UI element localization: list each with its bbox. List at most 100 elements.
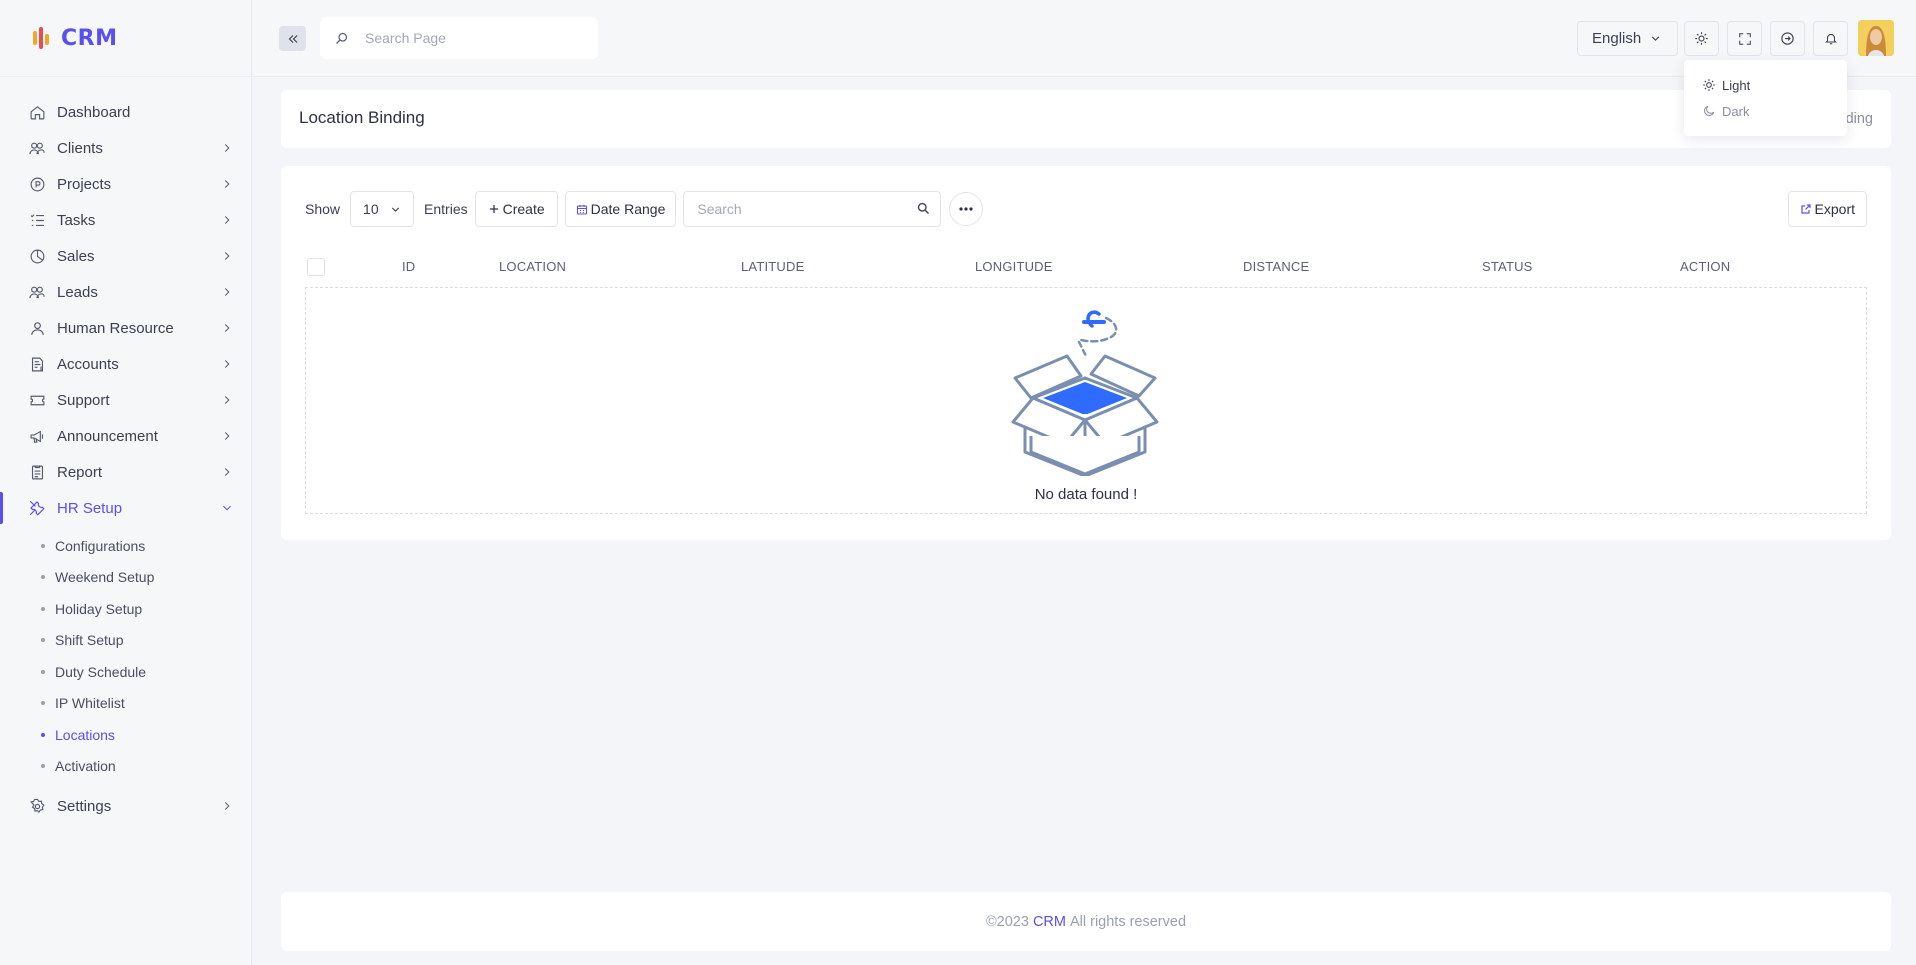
page-title-card: Location Binding Dading: [281, 90, 1891, 148]
sun-icon: [1701, 77, 1717, 93]
chevron-down-icon: [223, 505, 231, 511]
table-search-input[interactable]: [697, 201, 898, 217]
brand-logo: [31, 27, 53, 49]
column-header-location[interactable]: LOCATION: [499, 259, 566, 274]
select-all-checkbox[interactable]: [307, 258, 325, 276]
table-search: [683, 191, 942, 227]
hr-setup-submenu: Configurations Weekend Setup Holiday Set…: [0, 526, 251, 788]
sidebar-item-leads[interactable]: Leads: [0, 274, 251, 310]
chevron-right-icon: [224, 432, 230, 440]
sidebar-nav: Dashboard Clients Projects Tasks Sales L…: [0, 77, 251, 824]
table-header: ID LOCATION LATITUDE LONGITUDE DISTANCE …: [305, 250, 1867, 285]
theme-toggle-button[interactable]: [1684, 21, 1719, 56]
report-icon: [28, 463, 46, 481]
notifications-button[interactable]: [1813, 21, 1848, 56]
subitem-locations[interactable]: Locations: [0, 719, 251, 751]
footer: ©2023 CRM All rights reserved: [281, 892, 1891, 951]
sidebar-item-settings[interactable]: Settings: [0, 788, 251, 824]
sidebar-item-support[interactable]: Support: [0, 382, 251, 418]
more-options-button[interactable]: [949, 192, 984, 226]
empty-box-icon: [1011, 310, 1159, 476]
chevron-right-icon: [224, 180, 230, 188]
empty-message: No data found !: [1034, 486, 1138, 503]
theme-option-dark[interactable]: Dark: [1701, 98, 1847, 124]
subitem-activation[interactable]: Activation: [0, 751, 251, 783]
fullscreen-button[interactable]: [1727, 21, 1762, 56]
top-header: English: [253, 0, 1916, 77]
sidebar-item-label: Dashboard: [57, 103, 131, 121]
bullet-icon: [41, 764, 45, 769]
sidebar-item-report[interactable]: Report: [0, 454, 251, 490]
avatar[interactable]: [1858, 20, 1894, 56]
home-icon: [28, 103, 46, 121]
page-search-input[interactable]: [365, 30, 565, 46]
chevron-right-icon: [224, 216, 230, 224]
double-chevron-left-icon: [288, 34, 297, 43]
gear-icon: [28, 797, 46, 815]
bullet-icon: [41, 669, 45, 674]
sidebar-item-dashboard[interactable]: Dashboard: [0, 94, 251, 130]
chevron-right-icon: [224, 802, 230, 810]
create-button[interactable]: Create: [474, 191, 558, 227]
brand[interactable]: CRM: [0, 0, 251, 77]
sidebar-item-label: Clients: [57, 139, 103, 157]
entries-label: Entries: [424, 201, 468, 217]
bullet-icon: [41, 732, 45, 737]
footer-copyright: ©2023: [985, 913, 1029, 930]
subitem-label: Duty Schedule: [55, 663, 147, 680]
user-icon: [28, 319, 46, 337]
column-header-action[interactable]: ACTION: [1680, 259, 1730, 274]
export-button[interactable]: Export: [1787, 191, 1867, 227]
sidebar-item-label: Tasks: [57, 211, 96, 229]
sidebar-item-tasks[interactable]: Tasks: [0, 202, 251, 238]
sidebar-item-announcement[interactable]: Announcement: [0, 418, 251, 454]
column-header-latitude[interactable]: LATITUDE: [741, 259, 804, 274]
column-header-longitude[interactable]: LONGITUDE: [975, 259, 1053, 274]
create-label: Create: [502, 201, 545, 217]
chevron-right-icon: [224, 396, 230, 404]
external-link-icon: [1800, 203, 1812, 215]
search-icon[interactable]: [916, 201, 931, 216]
sidebar-item-label: Announcement: [57, 427, 158, 445]
date-range-button[interactable]: Date Range: [564, 191, 677, 227]
sidebar-item-sales[interactable]: Sales: [0, 238, 251, 274]
calendar-icon: [576, 203, 588, 216]
subitem-duty-schedule[interactable]: Duty Schedule: [0, 656, 251, 688]
subitem-configurations[interactable]: Configurations: [0, 530, 251, 562]
sidebar-item-accounts[interactable]: Accounts: [0, 346, 251, 382]
sidebar-item-label: Support: [57, 391, 110, 409]
subitem-weekend-setup[interactable]: Weekend Setup: [0, 562, 251, 594]
sidebar-item-projects[interactable]: Projects: [0, 166, 251, 202]
column-header-id[interactable]: ID: [402, 259, 415, 274]
chevron-right-icon: [224, 468, 230, 476]
sidebar-item-human-resource[interactable]: Human Resource: [0, 310, 251, 346]
subitem-label: Holiday Setup: [55, 600, 143, 617]
chevron-right-icon: [224, 324, 230, 332]
accounts-icon: [28, 355, 46, 373]
subitem-ip-whitelist[interactable]: IP Whitelist: [0, 688, 251, 720]
sidebar-item-label: Settings: [57, 797, 112, 815]
sidebar-item-hr-setup[interactable]: HR Setup: [0, 490, 251, 526]
chevron-right-icon: [224, 144, 230, 152]
column-header-distance[interactable]: DISTANCE: [1243, 259, 1309, 274]
theme-option-light[interactable]: Light: [1701, 72, 1847, 98]
subitem-shift-setup[interactable]: Shift Setup: [0, 625, 251, 657]
column-header-status[interactable]: STATUS: [1482, 259, 1533, 274]
footer-rights: All rights reserved: [1069, 913, 1187, 930]
collapse-sidebar-button[interactable]: [279, 26, 306, 51]
bullet-icon: [41, 575, 45, 580]
sidebar-item-label: Leads: [57, 283, 98, 301]
language-select[interactable]: English: [1577, 21, 1678, 56]
empty-state: No data found !: [305, 287, 1867, 514]
sidebar-item-label: Sales: [57, 247, 95, 265]
sidebar-item-clients[interactable]: Clients: [0, 130, 251, 166]
subitem-holiday-setup[interactable]: Holiday Setup: [0, 593, 251, 625]
entries-per-page-select[interactable]: 10: [350, 191, 415, 227]
bullet-icon: [41, 638, 45, 643]
tools-icon: [28, 499, 46, 517]
footer-brand-link[interactable]: CRM: [1033, 914, 1066, 930]
show-label: Show: [305, 201, 341, 217]
subitem-label: Configurations: [55, 537, 146, 554]
sun-icon: [1695, 32, 1708, 45]
clock-in-button[interactable]: [1770, 21, 1805, 56]
